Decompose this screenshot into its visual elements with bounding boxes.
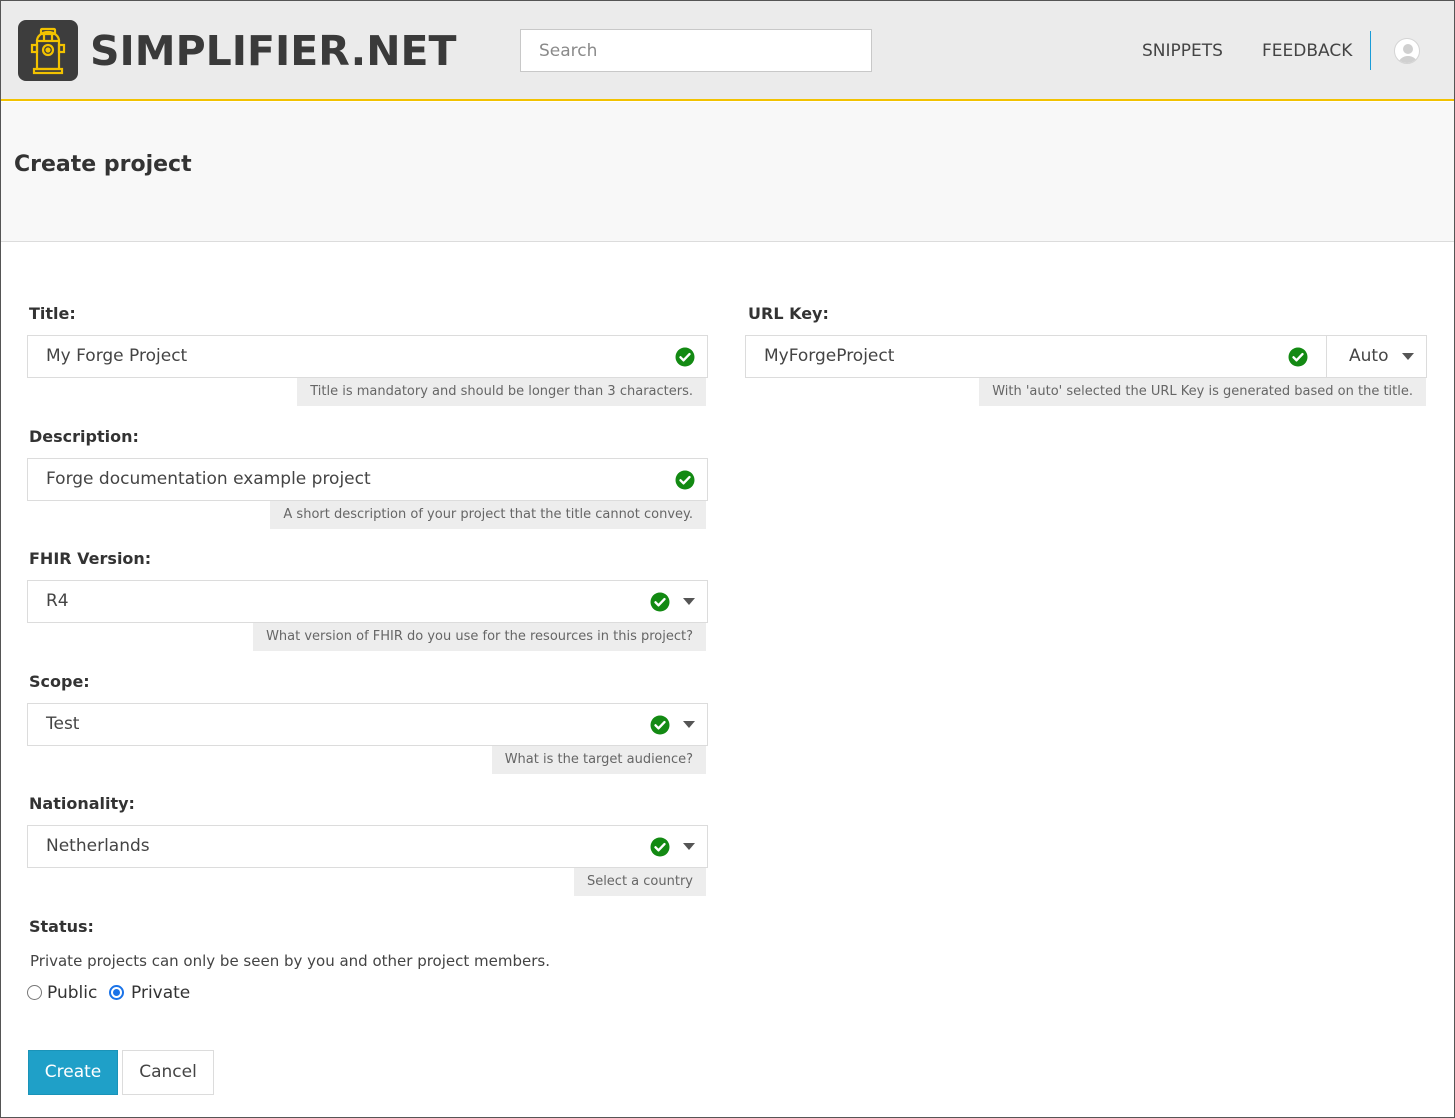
nationality-value: Netherlands xyxy=(46,836,150,856)
fhir-version-hint: What version of FHIR do you use for the … xyxy=(253,623,706,651)
hydrant-logo-icon[interactable] xyxy=(18,20,78,81)
status-description: Private projects can only be seen by you… xyxy=(30,952,550,970)
status-public-option[interactable]: Public xyxy=(27,981,97,1005)
status-private-option[interactable]: Private xyxy=(109,981,190,1005)
chevron-down-icon[interactable] xyxy=(683,843,695,850)
cancel-button[interactable]: Cancel xyxy=(122,1050,214,1095)
valid-check-icon xyxy=(650,715,670,735)
private-radio-label[interactable]: Private xyxy=(131,983,190,1003)
nationality-label: Nationality: xyxy=(29,794,135,813)
url-key-mode-select[interactable]: Auto xyxy=(1326,336,1426,377)
top-navbar: SIMPLIFIER.NET SNIPPETS FEEDBACK xyxy=(1,1,1454,101)
chevron-down-icon[interactable] xyxy=(1402,353,1414,360)
title-value[interactable]: My Forge Project xyxy=(46,336,187,377)
title-field[interactable]: My Forge Project xyxy=(27,335,708,378)
public-radio[interactable] xyxy=(27,985,42,1000)
fhir-version-select[interactable]: R4 xyxy=(27,580,708,623)
chevron-down-icon[interactable] xyxy=(683,721,695,728)
nav-snippets-link[interactable]: SNIPPETS xyxy=(1142,39,1223,63)
scope-label: Scope: xyxy=(29,672,90,691)
description-field[interactable]: Forge documentation example project xyxy=(27,458,708,501)
nationality-hint: Select a country xyxy=(573,868,706,896)
chevron-down-icon[interactable] xyxy=(683,598,695,605)
status-label: Status: xyxy=(29,917,94,936)
fhir-version-label: FHIR Version: xyxy=(29,549,152,568)
page-header-band xyxy=(1,102,1454,242)
description-value[interactable]: Forge documentation example project xyxy=(46,459,371,500)
title-label: Title: xyxy=(29,304,76,323)
public-radio-label[interactable]: Public xyxy=(47,983,97,1003)
valid-check-icon xyxy=(650,592,670,612)
scope-value: Test xyxy=(46,714,80,734)
valid-check-icon xyxy=(650,837,670,857)
search-input[interactable] xyxy=(520,29,872,72)
url-key-mode-value: Auto xyxy=(1349,346,1389,366)
valid-check-icon xyxy=(675,470,695,490)
valid-check-icon xyxy=(675,347,695,367)
scope-hint: What is the target audience? xyxy=(491,746,706,774)
scope-select[interactable]: Test xyxy=(27,703,708,746)
private-radio[interactable] xyxy=(109,985,124,1000)
nav-feedback-link[interactable]: FEEDBACK xyxy=(1262,39,1352,63)
url-key-label: URL Key: xyxy=(748,304,829,323)
fhir-version-value: R4 xyxy=(46,591,69,611)
url-key-field[interactable]: MyForgeProject Auto xyxy=(745,335,1427,378)
create-button[interactable]: Create xyxy=(28,1050,118,1095)
url-key-value[interactable]: MyForgeProject xyxy=(764,336,894,377)
title-hint: Title is mandatory and should be longer … xyxy=(297,378,706,406)
nav-divider xyxy=(1370,31,1371,70)
user-avatar-icon[interactable] xyxy=(1394,38,1420,64)
page-title: Create project xyxy=(14,152,192,177)
description-hint: A short description of your project that… xyxy=(270,501,706,529)
valid-check-icon xyxy=(1288,347,1308,367)
brand-name[interactable]: SIMPLIFIER.NET xyxy=(90,25,456,77)
url-key-hint: With 'auto' selected the URL Key is gene… xyxy=(979,378,1426,406)
description-label: Description: xyxy=(29,427,139,446)
nationality-select[interactable]: Netherlands xyxy=(27,825,708,868)
